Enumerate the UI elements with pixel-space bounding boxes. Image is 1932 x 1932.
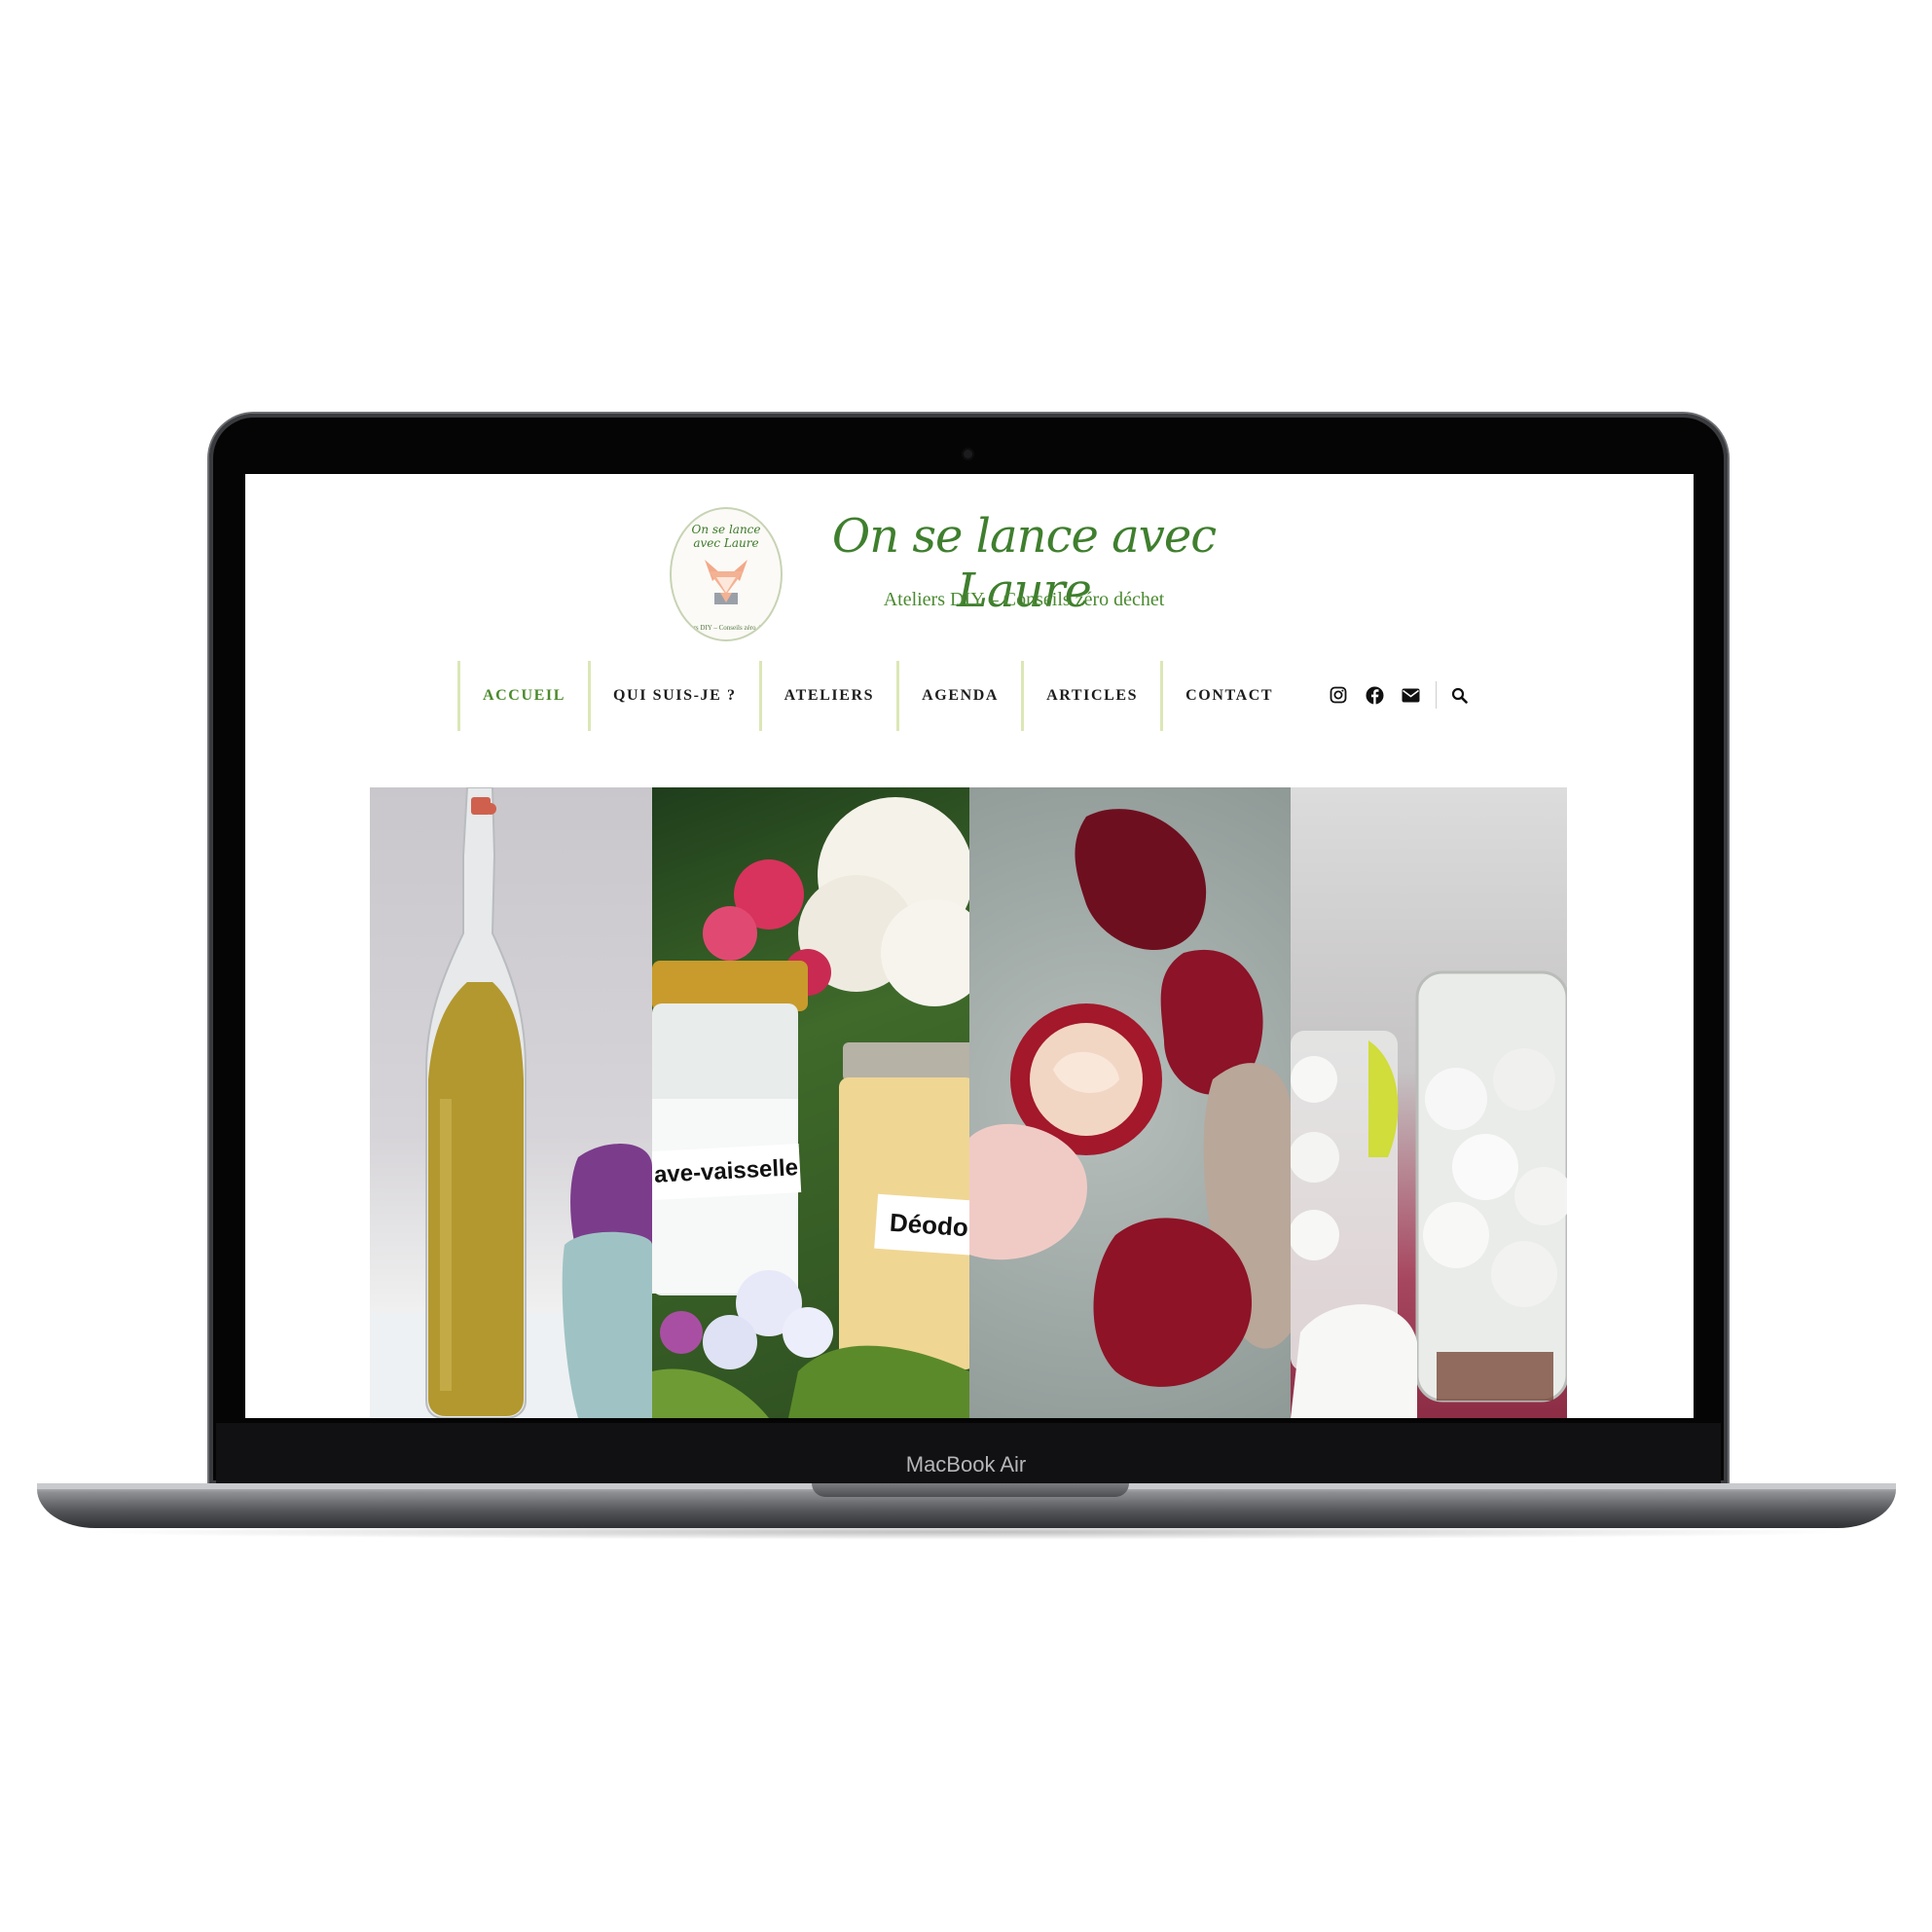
photo-cream[interactable] [969, 787, 1291, 1418]
webcam [964, 450, 972, 458]
photo-bottle[interactable] [370, 787, 652, 1418]
device-label: MacBook Air [905, 1452, 1027, 1476]
facebook-icon[interactable] [1364, 684, 1385, 706]
photo-tablets[interactable] [1291, 787, 1567, 1418]
icon-divider [1436, 681, 1437, 709]
nav-item-agenda[interactable]: AGENDA [896, 661, 1021, 731]
nav-item-ateliers[interactable]: ATELIERS [758, 661, 897, 731]
main-navigation: ACCUEIL QUI SUIS-JE ? ATELIERS AGENDA AR… [457, 661, 1295, 731]
logo-script: On se lance avec Laure [672, 523, 781, 550]
site-header: On se lance avec Laure Ateliers DIY – Co… [245, 474, 1694, 644]
nav-item-qui-suis-je[interactable]: QUI SUIS-JE ? [588, 661, 759, 731]
photo-jars[interactable]: ave-vaisselle Déodo [652, 787, 969, 1418]
hero-gallery: ave-vaisselle Déodo [370, 787, 1567, 1418]
site-tagline: Ateliers DIY – Conseils zéro déchet [883, 589, 1165, 610]
instagram-icon[interactable] [1328, 684, 1349, 706]
envelope-icon[interactable] [1400, 684, 1421, 706]
browser-viewport: On se lance avec Laure Ateliers DIY – Co… [245, 474, 1694, 1418]
logo-line-1: On se lance [691, 523, 761, 536]
logo-line-2: avec Laure [693, 536, 759, 550]
nav-item-accueil[interactable]: ACCUEIL [457, 661, 588, 731]
nav-item-contact[interactable]: CONTACT [1160, 661, 1295, 731]
jar-label-lave-vaisselle: ave-vaisselle [652, 1144, 802, 1200]
site-logo[interactable]: On se lance avec Laure Ateliers DIY – Co… [670, 507, 783, 641]
jar-label-deodo: Déodo [874, 1193, 969, 1258]
social-icons [1328, 680, 1484, 710]
laptop-notch [812, 1483, 1129, 1497]
logo-ring-text: Ateliers DIY – Conseils zéro déchet [676, 624, 776, 632]
nav-item-articles[interactable]: ARTICLES [1021, 661, 1160, 731]
search-icon[interactable] [1448, 684, 1470, 706]
fox-icon [705, 560, 747, 604]
